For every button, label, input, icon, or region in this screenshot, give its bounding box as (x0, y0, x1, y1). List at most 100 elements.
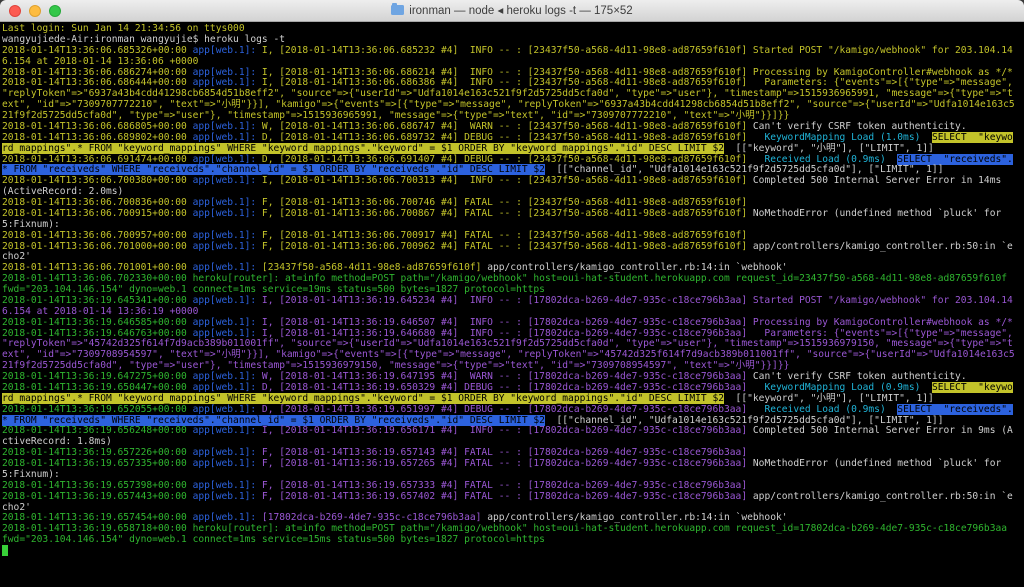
terminal-text-segment: 2018-01-14T13:36:06.685326+00:00 (2, 44, 193, 56)
terminal-line: 2018-01-14T13:36:19.645341+00:00 app[web… (2, 294, 1016, 318)
terminal-line: 2018-01-14T13:36:19.646763+00:00 app[web… (2, 327, 1016, 373)
terminal-text-segment: app/controllers/kamigo_controller.rb:14:… (487, 262, 788, 274)
minimize-button[interactable] (29, 4, 41, 17)
terminal-text-segment: 2018-01-14T13:36:19.657226+00:00 (2, 447, 193, 459)
terminal-text-segment: D, [2018-01-14T13:36:06.691407 #4] DEBUG… (261, 153, 765, 165)
terminal-text-segment: app[web.1]: (192, 479, 262, 491)
terminal-text-segment: app[web.1]: (192, 197, 262, 208)
terminal-cursor (2, 545, 8, 556)
terminal-text-segment: F, [2018-01-14T13:36:06.700917 #4] FATAL… (261, 229, 753, 241)
folder-icon (391, 3, 405, 15)
terminal-text-segment: Can't verify CSRF token authenticity. (752, 371, 967, 382)
terminal-text-segment: I, [2018-01-14T13:36:06.700313 #4] INFO … (261, 175, 753, 187)
terminal-text-segment: 2018-01-14T13:36:06.700380+00:00 (2, 175, 193, 187)
terminal-text-segment: W, [2018-01-14T13:36:06.686747 #4] WARN … (261, 120, 753, 132)
terminal-line: 2018-01-14T13:36:19.656248+00:00 app[web… (2, 425, 1016, 448)
terminal-text-segment: [17802dca-b269-4de7-935c-c18ce796b3aa] (261, 512, 488, 524)
terminal-text-segment: app[web.1]: (192, 381, 262, 393)
terminal-text-segment: 2018-01-14T13:36:19.657398+00:00 (2, 479, 193, 491)
terminal-text-segment: 2018-01-14T13:36:06.686805+00:00 (2, 120, 193, 132)
terminal-text-segment: 2018-01-14T13:36:19.645341+00:00 (2, 294, 193, 306)
terminal-text-segment: app[web.1]: (192, 120, 262, 132)
terminal-text-segment: 2018-01-14T13:36:19.658718+00:00 (2, 523, 193, 535)
terminal-text-segment: app[web.1]: (192, 207, 262, 219)
terminal-text-segment: app[web.1]: (192, 447, 262, 459)
terminal-text-segment: [["keyword", "小明"], ["LIMIT", 1]] (724, 392, 934, 404)
terminal-text-segment: app[web.1]: (192, 512, 262, 524)
terminal-text-segment: F, [2018-01-14T13:36:19.657143 #4] FATAL… (261, 447, 753, 459)
terminal-line: 2018-01-14T13:36:06.700915+00:00 app[web… (2, 207, 1016, 231)
terminal-text-segment: Last login: Sun Jan 14 21:34:56 on ttys0… (2, 23, 245, 34)
terminal-text-segment: app[web.1]: (192, 403, 262, 415)
terminal-text-segment: app[web.1]: (192, 44, 262, 56)
terminal-text-segment: W, [2018-01-14T13:36:19.647195 #4] WARN … (261, 371, 753, 382)
terminal-text-segment: app[web.1]: (192, 371, 262, 382)
terminal-line: 2018-01-14T13:36:06.702330+00:00 heroku[… (2, 273, 1016, 296)
terminal-text-segment: wangyujiede-Air:ironman wangyujie$ herok… (2, 33, 286, 45)
terminal-text-segment: Received Load (0.9ms) (764, 153, 886, 165)
terminal-text-segment: 2018-01-14T13:36:19.657443+00:00 (2, 490, 193, 502)
terminal-line (2, 545, 1016, 557)
terminal-text-segment: 2018-01-14T13:36:19.646763+00:00 (2, 327, 193, 339)
terminal-text-segment: KeywordMapping Load (1.0ms) (764, 131, 921, 143)
terminal-text-segment: Received Load (0.9ms) (764, 403, 886, 415)
window-controls (0, 4, 61, 17)
terminal-text-segment: D, [2018-01-14T13:36:19.650329 #4] DEBUG… (261, 381, 765, 393)
terminal-text-segment: 2018-01-14T13:36:19.652055+00:00 (2, 403, 193, 415)
zoom-button[interactable] (49, 4, 61, 17)
terminal-screen[interactable]: Last login: Sun Jan 14 21:34:56 on ttys0… (0, 22, 1024, 587)
terminal-text-segment: heroku[router]: (192, 523, 286, 535)
terminal-text-segment: app[web.1]: (192, 229, 262, 241)
terminal-text-segment: 2018-01-14T13:36:06.700915+00:00 (2, 207, 193, 219)
terminal-text-segment: F, [2018-01-14T13:36:06.700962 #4] FATAL… (261, 240, 753, 252)
terminal-text-segment: app[web.1]: (192, 262, 262, 274)
terminal-text-segment: I, [2018-01-14T13:36:06.686214 #4] INFO … (261, 66, 1013, 78)
terminal-text-segment: 2018-01-14T13:36:19.656248+00:00 (2, 425, 193, 437)
terminal-text-segment: 2018-01-14T13:36:06.700957+00:00 (2, 229, 193, 241)
terminal-line: 2018-01-14T13:36:06.689802+00:00 app[web… (2, 131, 1016, 155)
terminal-text-segment: KeywordMapping Load (0.9ms) (764, 381, 921, 393)
terminal-text-segment: 2018-01-14T13:36:06.702330+00:00 (2, 273, 193, 285)
terminal-text-segment: D, [2018-01-14T13:36:19.651997 #4] DEBUG… (261, 403, 765, 415)
terminal-text-segment: [["channel_id", "Udfa1014e163c521f9f2d57… (544, 164, 944, 176)
terminal-line: 2018-01-14T13:36:06.691474+00:00 app[web… (2, 153, 1016, 177)
title-bar[interactable]: ironman — node ◂ heroku logs -t — 175×52 (0, 0, 1024, 22)
terminal-text-segment: app[web.1]: (192, 327, 262, 339)
terminal-text-segment: 2018-01-14T13:36:19.657454+00:00 (2, 512, 193, 524)
terminal-text-segment: 2018-01-14T13:36:19.647275+00:00 (2, 371, 193, 382)
terminal-text-segment: app[web.1]: (192, 490, 262, 502)
terminal-line: 2018-01-14T13:36:19.650447+00:00 app[web… (2, 381, 1016, 405)
close-button[interactable] (9, 4, 21, 17)
terminal-text-segment: 2018-01-14T13:36:19.646585+00:00 (2, 316, 193, 328)
terminal-text-segment: app[web.1]: (192, 131, 262, 143)
terminal-text-segment: [["channel_id", "Udfa1014e163c521f9f2d57… (544, 414, 944, 426)
terminal-text-segment: app[web.1]: (192, 153, 262, 165)
terminal-text-segment: F, [2018-01-14T13:36:06.700867 #4] FATAL… (261, 207, 753, 219)
terminal-text-segment: 2018-01-14T13:36:06.700836+00:00 (2, 197, 193, 208)
terminal-text-segment: D, [2018-01-14T13:36:06.689732 #4] DEBUG… (261, 131, 765, 143)
terminal-text-segment: 2018-01-14T13:36:06.689802+00:00 (2, 131, 193, 143)
window-title: ironman — node ◂ heroku logs -t — 175×52 (409, 5, 633, 17)
terminal-text-segment: [["keyword", "小明"], ["LIMIT", 1]] (724, 142, 934, 154)
terminal-text-segment: app[web.1]: (192, 294, 262, 306)
terminal-line: 2018-01-14T13:36:06.700380+00:00 app[web… (2, 175, 1016, 198)
terminal-text-segment: 2018-01-14T13:36:06.686444+00:00 (2, 77, 193, 89)
terminal-text-segment: app[web.1]: (192, 175, 262, 187)
terminal-text-segment: app/controllers/kamigo_controller.rb:14:… (487, 512, 788, 524)
terminal-text-segment: heroku[router]: (192, 273, 286, 285)
terminal-window: ironman — node ◂ heroku logs -t — 175×52… (0, 0, 1024, 587)
terminal-text-segment: F, [2018-01-14T13:36:19.657333 #4] FATAL… (261, 479, 753, 491)
terminal-line: 2018-01-14T13:36:19.657335+00:00 app[web… (2, 458, 1016, 481)
terminal-text-segment: 2018-01-14T13:36:06.701000+00:00 (2, 240, 193, 252)
terminal-text-segment: app[web.1]: (192, 77, 262, 89)
terminal-text-segment: [23437f50-a568-4d11-98e8-ad87659f610f] (261, 262, 488, 274)
terminal-text-segment: I, [2018-01-14T13:36:19.646507 #4] INFO … (261, 316, 1013, 328)
terminal-line: 2018-01-14T13:36:19.657443+00:00 app[web… (2, 490, 1016, 514)
terminal-text-segment: 2018-01-14T13:36:19.657335+00:00 (2, 458, 193, 469)
terminal-line: 2018-01-14T13:36:06.686444+00:00 app[web… (2, 77, 1016, 122)
terminal-line: 2018-01-14T13:36:06.701000+00:00 app[web… (2, 240, 1016, 264)
title-area: ironman — node ◂ heroku logs -t — 175×52 (0, 0, 1024, 20)
